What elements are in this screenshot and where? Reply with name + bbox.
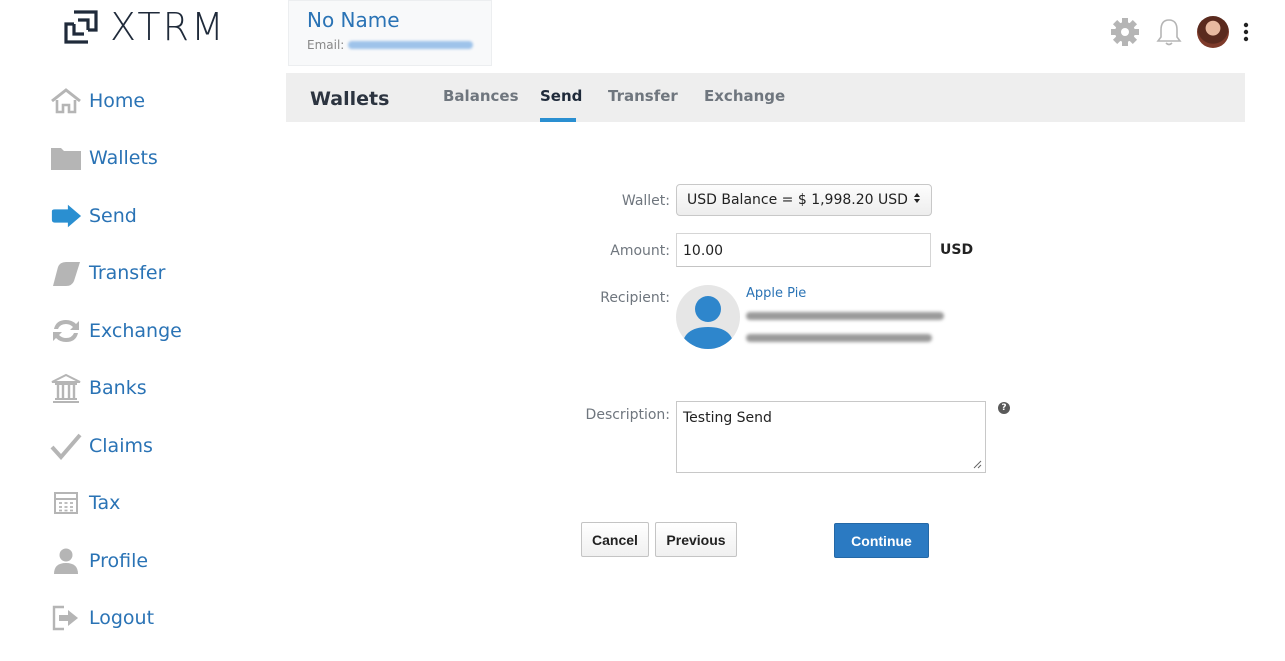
continue-button[interactable]: Continue	[834, 523, 929, 558]
tab-transfer[interactable]: Transfer	[608, 87, 678, 105]
sidebar-item-label: Send	[89, 204, 137, 227]
sidebar-item-home[interactable]: Home	[50, 72, 250, 130]
page-title: Wallets	[310, 88, 390, 110]
user-name[interactable]: No Name	[307, 6, 473, 34]
amount-input[interactable]: 10.00	[676, 233, 931, 267]
wallet-select[interactable]: USD Balance = $ 1,998.20 USD	[676, 184, 932, 216]
wallets-tabbar: Wallets Balances Send Transfer Exchange	[286, 73, 1245, 122]
sidebar-item-exchange[interactable]: Exchange	[50, 302, 250, 360]
transfer-icon	[50, 257, 82, 289]
recipient-label: Recipient:	[600, 290, 670, 306]
sidebar-item-label: Transfer	[89, 262, 166, 285]
logo-text: XTRM	[110, 5, 226, 49]
user-info-box: No Name Email:	[288, 0, 492, 66]
logo[interactable]: XTRM	[62, 8, 226, 46]
logout-icon	[50, 602, 82, 634]
wallet-label: Wallet:	[621, 193, 670, 209]
sidebar-item-label: Claims	[89, 434, 153, 457]
description-textarea[interactable]: Testing Send	[676, 401, 986, 473]
sidebar: Home Wallets Send Transfer Exchange Bank…	[50, 72, 250, 647]
wallet-select-value: USD Balance = $ 1,998.20 USD	[687, 192, 908, 208]
sidebar-item-label: Exchange	[89, 319, 182, 342]
sidebar-item-banks[interactable]: Banks	[50, 360, 250, 418]
cancel-button[interactable]: Cancel	[581, 522, 649, 557]
previous-button[interactable]: Previous	[655, 522, 737, 557]
arrow-right-icon	[50, 200, 82, 232]
avatar[interactable]	[1197, 16, 1229, 48]
description-value: Testing Send	[683, 410, 772, 426]
currency-label: USD	[940, 242, 974, 258]
recipient-name[interactable]: Apple Pie	[746, 286, 806, 301]
email-value-redacted	[348, 41, 473, 49]
calculator-icon	[50, 487, 82, 519]
sidebar-item-label: Profile	[89, 549, 149, 572]
resize-handle-icon[interactable]	[973, 460, 982, 469]
sidebar-item-label: Wallets	[89, 147, 158, 170]
recipient-email-redacted	[746, 334, 932, 342]
amount-label: Amount:	[610, 243, 670, 259]
recipient-avatar	[676, 285, 740, 349]
help-icon[interactable]: ?	[998, 402, 1010, 414]
sidebar-item-transfer[interactable]: Transfer	[50, 245, 250, 303]
sidebar-item-label: Logout	[89, 607, 155, 630]
home-icon	[50, 85, 82, 117]
description-label: Description:	[585, 407, 670, 423]
tab-balances[interactable]: Balances	[443, 87, 519, 105]
top-toolbar	[1109, 16, 1251, 48]
sidebar-item-profile[interactable]: Profile	[50, 532, 250, 590]
folder-icon	[50, 142, 82, 174]
sidebar-item-send[interactable]: Send	[50, 187, 250, 245]
tab-send[interactable]: Send	[540, 87, 582, 105]
exchange-icon	[50, 315, 82, 347]
select-arrows-icon	[913, 192, 921, 208]
sidebar-item-logout[interactable]: Logout	[50, 590, 250, 648]
sidebar-item-label: Home	[89, 89, 146, 112]
user-email: Email:	[307, 38, 473, 52]
sidebar-item-tax[interactable]: Tax	[50, 475, 250, 533]
tab-exchange[interactable]: Exchange	[704, 87, 785, 105]
sidebar-item-wallets[interactable]: Wallets	[50, 130, 250, 188]
recipient-location-redacted	[746, 312, 944, 320]
email-label: Email:	[307, 38, 345, 52]
sidebar-item-label: Tax	[89, 492, 121, 515]
person-icon	[50, 545, 82, 577]
sidebar-item-claims[interactable]: Claims	[50, 417, 250, 475]
more-vertical-icon[interactable]	[1241, 16, 1251, 48]
logo-icon	[64, 10, 98, 44]
bank-icon	[50, 372, 82, 404]
active-tab-indicator	[540, 118, 576, 122]
bell-icon[interactable]	[1153, 16, 1185, 48]
gear-icon[interactable]	[1109, 16, 1141, 48]
sidebar-item-label: Banks	[89, 377, 147, 400]
checkmark-icon	[50, 430, 82, 462]
